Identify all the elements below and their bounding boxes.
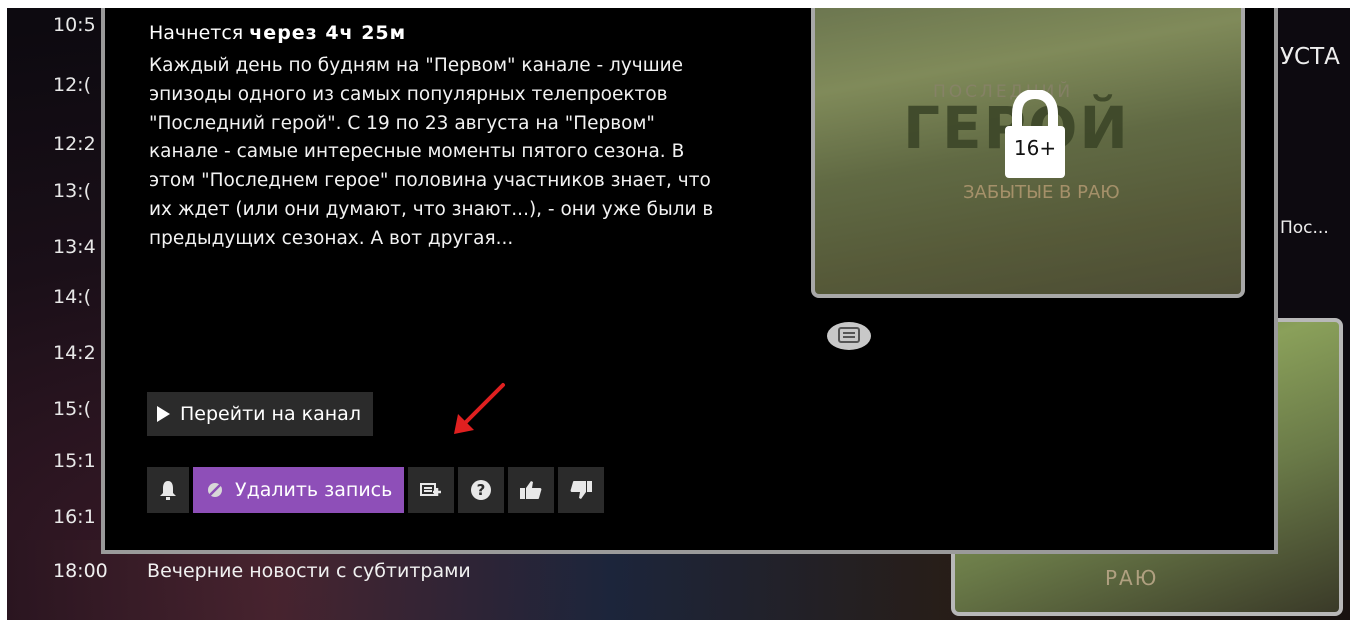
thumbs-up-icon — [520, 481, 542, 499]
bell-icon — [160, 481, 176, 500]
annotation-arrow — [454, 383, 505, 434]
tv-screen: 10:5 12:( 12:2 13:( 13:4 14:( 14:2 15:( … — [7, 8, 1350, 620]
lock-icon: 16+ — [1001, 88, 1069, 180]
age-rating: 16+ — [1013, 136, 1057, 160]
schedule-time: 15:1 — [53, 450, 96, 472]
right-panel-header: УСТА — [1280, 44, 1340, 70]
background-poster-label: РАЮ — [1105, 566, 1159, 590]
program-details-popup: Начнется через 4ч 25м Каждый день по буд… — [101, 8, 1278, 554]
goto-channel-button[interactable]: Перейти на канал — [147, 392, 373, 436]
poster-title-sub: ЗАБЫТЫЕ В РАЮ — [963, 182, 1120, 203]
start-prefix: Начнется — [149, 22, 244, 44]
schedule-row-bottom[interactable]: 18:00 Вечерние новости с субтитрами — [53, 560, 471, 582]
play-icon — [157, 406, 170, 422]
like-button[interactable] — [508, 467, 555, 513]
reminder-button[interactable] — [147, 467, 189, 513]
record-series-button[interactable] — [408, 467, 455, 513]
no-record-icon — [208, 483, 222, 497]
right-panel-item[interactable]: Пос... — [1280, 218, 1329, 238]
dislike-button[interactable] — [558, 467, 605, 513]
record-series-icon — [420, 483, 442, 496]
schedule-time: 14:( — [53, 286, 91, 308]
schedule-time: 12:( — [53, 74, 91, 96]
schedule-time: 16:1 — [53, 506, 96, 528]
question-icon: ? — [471, 480, 492, 500]
schedule-row-time: 18:00 — [53, 560, 108, 582]
schedule-time: 12:2 — [53, 133, 96, 155]
schedule-time: 15:( — [53, 398, 91, 420]
program-poster: ПОСЛЕДНИЙ ГЕРОЙ ЗАБЫТЫЕ В РАЮ 16+ — [811, 8, 1245, 298]
goto-channel-label: Перейти на канал — [180, 403, 361, 425]
schedule-time: 10:5 — [53, 14, 96, 36]
thumbs-down-icon — [570, 481, 593, 499]
svg-text:?: ? — [477, 481, 486, 499]
action-bar: Удалить запись ? — [147, 467, 605, 513]
subtitles-icon — [825, 320, 873, 352]
schedule-time: 13:( — [53, 180, 91, 202]
schedule-time: 13:4 — [53, 236, 96, 258]
schedule-row-title: Вечерние новости с субтитрами — [147, 560, 471, 582]
delete-record-button[interactable]: Удалить запись — [193, 467, 405, 513]
help-button[interactable]: ? — [458, 467, 505, 513]
start-time-line: Начнется через 4ч 25м — [149, 22, 406, 44]
delete-record-label: Удалить запись — [235, 479, 393, 501]
program-description: Каждый день по будням на "Первом" канале… — [149, 55, 714, 249]
schedule-time: 14:2 — [53, 342, 96, 364]
start-countdown: через 4ч 25м — [249, 22, 407, 44]
